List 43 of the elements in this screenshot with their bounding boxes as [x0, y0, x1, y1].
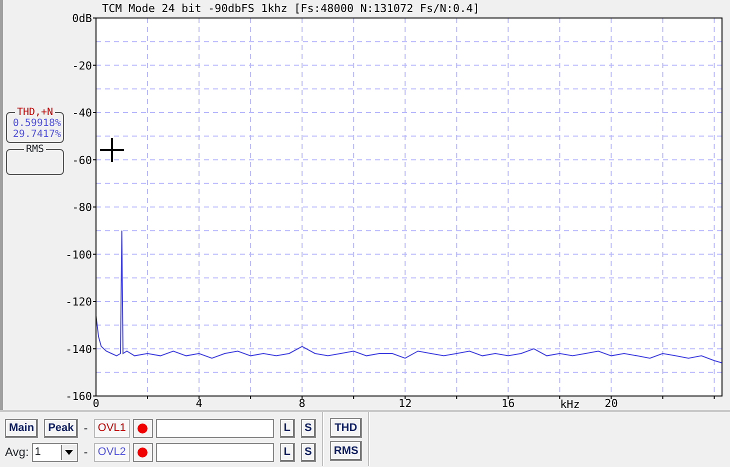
- text-field[interactable]: [156, 442, 274, 462]
- record-button[interactable]: [132, 442, 153, 462]
- crosshair-icon: [100, 138, 124, 162]
- s-button[interactable]: S: [300, 442, 316, 462]
- readout-title: THD,+N: [14, 107, 56, 118]
- y-tick-label: -100: [66, 248, 92, 262]
- readout-title: RMS: [24, 144, 46, 155]
- dash-label: -: [84, 420, 88, 437]
- x-tick-label: 20: [604, 397, 618, 410]
- l-button[interactable]: L: [280, 442, 295, 462]
- s-button[interactable]: S: [300, 418, 316, 438]
- chart-title: TCM Mode 24 bit -90dbFS 1khz [Fs:48000 N:131072 Fs/N:0.4]: [102, 2, 480, 15]
- overload-indicator: OVL2: [94, 442, 130, 462]
- y-tick-label: 0dB: [72, 12, 92, 25]
- avg-select[interactable]: 1: [32, 442, 78, 462]
- x-tick-label: 16: [502, 397, 515, 410]
- y-tick-label: -140: [66, 342, 92, 356]
- l-button[interactable]: L: [280, 418, 294, 438]
- dropdown-icon: [60, 444, 77, 460]
- y-tick-label: -160: [66, 390, 92, 403]
- x-tick-label: 12: [398, 397, 412, 410]
- x-tick-label: 0: [92, 397, 100, 410]
- record-icon: [137, 422, 148, 434]
- overload-indicator: OVL1: [94, 418, 130, 438]
- readout-value: 0.59918%: [12, 118, 61, 129]
- record-button[interactable]: [132, 418, 153, 438]
- mode-button[interactable]: RMS: [330, 441, 362, 461]
- avg-label: Avg:: [5, 444, 29, 461]
- x-axis-label: kHz: [560, 398, 580, 410]
- x-tick-label: 8: [298, 397, 306, 410]
- main-button[interactable]: Main: [5, 418, 38, 438]
- x-tick-label: 4: [196, 397, 202, 410]
- y-tick-label: -80: [72, 201, 92, 214]
- dash-label: -: [84, 444, 88, 461]
- text-field[interactable]: [156, 418, 274, 438]
- y-tick-label: -60: [72, 154, 92, 167]
- peak-button[interactable]: Peak: [44, 418, 78, 438]
- y-tick-label: -120: [66, 296, 92, 308]
- y-tick-label: -40: [72, 106, 92, 120]
- mode-button[interactable]: THD: [330, 418, 362, 438]
- readout-value: 29.7417%: [12, 129, 61, 140]
- record-icon: [137, 446, 148, 458]
- y-tick-label: -20: [72, 59, 92, 72]
